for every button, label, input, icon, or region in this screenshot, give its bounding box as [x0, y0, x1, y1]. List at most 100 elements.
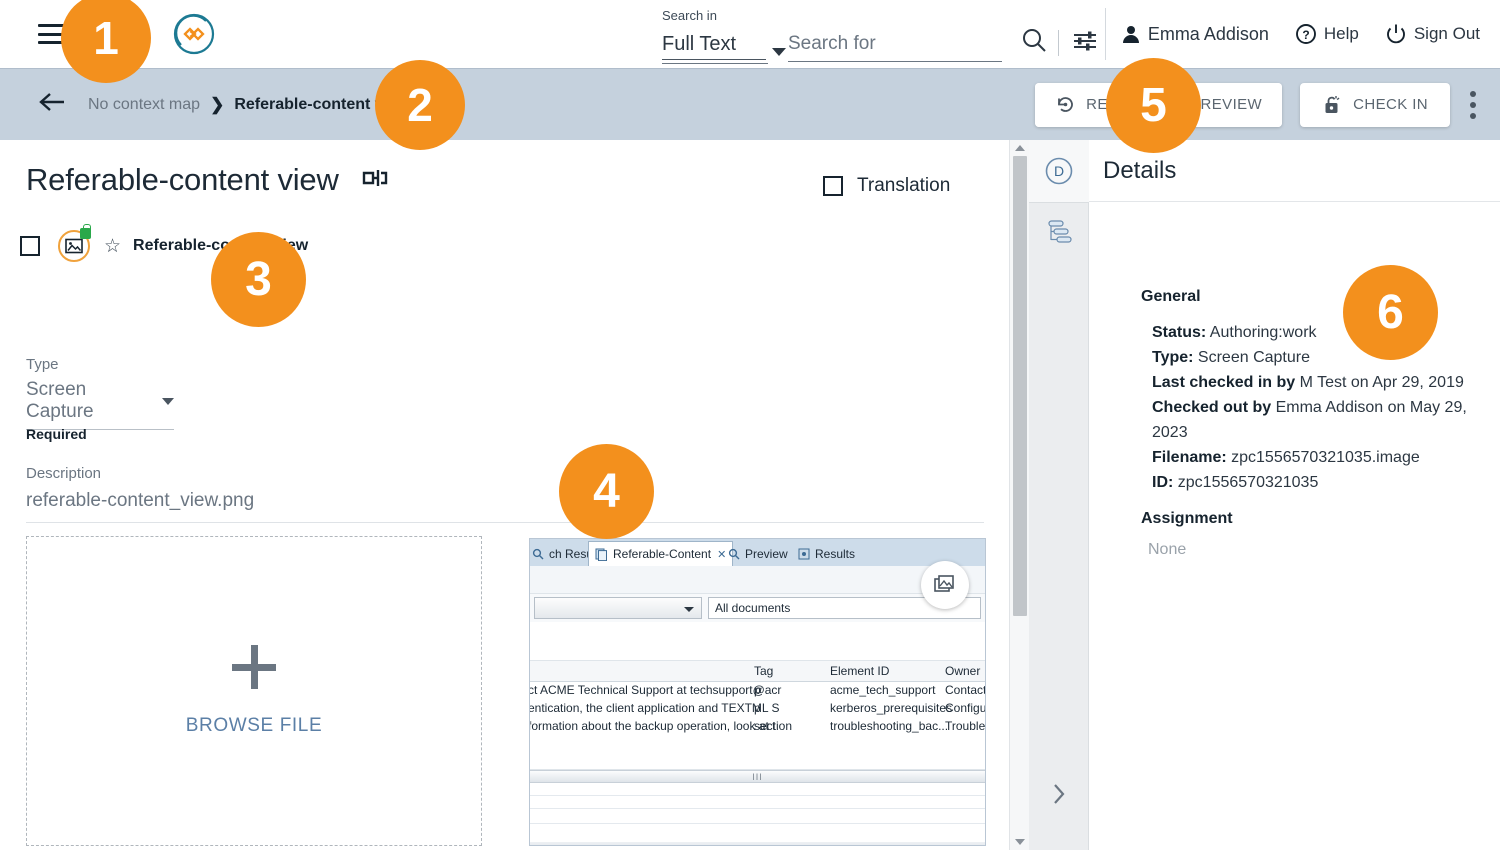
expand-panel-button[interactable] — [1029, 774, 1089, 814]
check-in-button[interactable]: CHECK IN — [1300, 82, 1450, 127]
translation-checkbox[interactable] — [823, 176, 843, 196]
scrollbar-thumb[interactable] — [1013, 156, 1027, 616]
description-value[interactable]: referable-content_view.png — [26, 490, 254, 512]
embedded-row-elementid: troubleshooting_bac... — [830, 719, 949, 733]
lowres-dropzone[interactable]: BROWSE FILE — [26, 536, 482, 846]
details-item-checkbox[interactable] — [20, 236, 40, 256]
embedded-lower-d — [530, 824, 985, 842]
detail-label: Last checked in by — [1152, 374, 1296, 391]
description-field: Description referable-content_view.png — [26, 465, 254, 512]
embedded-row-text: formation about the backup operation, lo… — [529, 719, 776, 733]
detail-value: M Test on Apr 29, 2019 — [1295, 374, 1464, 391]
embedded-table-row[interactable]: entication, the client application and T… — [530, 700, 985, 718]
embedded-tab-1[interactable]: Referable-Content ✕ — [588, 541, 734, 566]
callout-badge-2: 2 — [375, 60, 465, 150]
divider — [26, 522, 984, 523]
embedded-row-elementid: kerberos_prerequisites — [830, 701, 953, 715]
check-in-label: CHECK IN — [1353, 96, 1428, 113]
embedded-tab-1-label: Referable-Content — [613, 547, 712, 561]
embedded-table-row[interactable]: formation about the backup operation, lo… — [530, 718, 985, 736]
embedded-filter-combo[interactable] — [534, 597, 702, 619]
embedded-col-elementid: Element ID — [830, 664, 890, 678]
back-button[interactable] — [38, 91, 66, 118]
search-scope-select[interactable]: Full Text — [662, 30, 766, 60]
document-icon — [595, 548, 608, 561]
embedded-row-tag: section — [754, 719, 793, 733]
embedded-splitter[interactable]: III — [530, 770, 985, 783]
embedded-tab-2-label: Preview — [745, 547, 788, 561]
question-circle-icon: ? — [1295, 24, 1316, 44]
plus-icon — [232, 645, 276, 689]
sign-out-button[interactable]: Sign Out — [1385, 23, 1480, 45]
user-profile-button[interactable]: Emma Addison — [1121, 24, 1269, 45]
details-general-list: Status: Authoring:work Type: Screen Capt… — [1152, 320, 1482, 495]
detail-line-last-checked-in: Last checked in by M Test on Apr 29, 201… — [1152, 370, 1482, 395]
embedded-toolbar — [530, 566, 985, 594]
details-panel-title: Details — [1103, 156, 1177, 184]
details-item-row: ☆ Referable-content view — [0, 224, 411, 262]
divider — [1058, 30, 1059, 56]
search-icon[interactable] — [1020, 26, 1048, 59]
detail-label: Status: — [1152, 324, 1207, 341]
hires-thumbnail-preview[interactable]: ch Results Referable-Content ✕ Preview R… — [529, 538, 986, 846]
detail-line-type: Type: Screen Capture — [1152, 345, 1482, 370]
details-assignment-heading: Assignment — [1141, 510, 1233, 527]
embedded-tab-3-label: Results — [815, 547, 856, 561]
power-icon — [1386, 24, 1405, 44]
chevron-down-icon[interactable] — [772, 48, 786, 56]
more-vertical-icon[interactable] — [1470, 90, 1476, 119]
breadcrumb-separator: ❯ — [210, 94, 225, 114]
embedded-table-row[interactable]: ct ACME Technical Support at techsupport… — [530, 682, 985, 700]
translation-label: Translation — [857, 175, 951, 196]
type-value: Screen Capture — [26, 379, 94, 422]
embedded-tab-strip: ch Results Referable-Content ✕ Preview R… — [530, 539, 985, 566]
right-icon-rail: D — [1029, 140, 1089, 850]
required-label: Required — [26, 426, 87, 442]
star-outline-icon[interactable]: ☆ — [104, 235, 121, 258]
help-button[interactable]: ? Help — [1295, 23, 1359, 45]
target-icon — [798, 548, 810, 560]
type-label: Type — [26, 356, 59, 373]
sign-out-label: Sign Out — [1413, 24, 1480, 43]
embedded-row-tag: p — [754, 701, 761, 715]
details-panel: Details — [1089, 140, 1500, 850]
detail-line-checked-out-by: Checked out by Emma Addison on May 29, 2… — [1152, 395, 1482, 445]
svg-text:?: ? — [1302, 28, 1309, 42]
rail-item-hierarchy[interactable] — [1029, 203, 1089, 265]
embedded-table-header: Tag Element ID Owner — [530, 660, 985, 682]
translation-checkbox-row: Translation — [823, 175, 950, 197]
embedded-filter-row: All documents — [530, 594, 985, 622]
app-root: Search in Full Text Search for Emma Addi… — [0, 0, 1500, 850]
embedded-lower-a — [530, 783, 985, 795]
chevron-down-icon — [684, 607, 694, 612]
lock-green-icon — [80, 224, 91, 239]
scroll-down-arrow-icon[interactable] — [1015, 839, 1025, 845]
rail-item-details[interactable]: D — [1029, 140, 1089, 202]
search-input[interactable] — [788, 30, 1002, 62]
type-select[interactable]: Screen Capture — [26, 379, 174, 430]
embedded-lower-c — [530, 809, 985, 823]
breadcrumb-actions: REVERT PREVIEW CHECK IN — [1035, 82, 1484, 127]
detail-value: zpc1556570321035 — [1173, 474, 1319, 491]
select-underline — [662, 63, 768, 64]
callout-badge-3: 3 — [211, 232, 306, 327]
scroll-up-arrow-icon[interactable] — [1015, 145, 1025, 151]
svg-text:D: D — [1054, 163, 1064, 179]
embedded-tab-2[interactable]: Preview — [722, 542, 794, 566]
chevron-right-icon — [1054, 784, 1065, 804]
detail-value: zpc1556570321035.image — [1226, 449, 1420, 466]
embedded-tab-3[interactable]: Results — [792, 542, 861, 566]
detail-label: Filename: — [1152, 449, 1227, 466]
main-vertical-scrollbar[interactable] — [1009, 140, 1029, 850]
image-icon[interactable] — [58, 224, 91, 262]
image-stack-icon[interactable] — [921, 561, 969, 609]
help-label: Help — [1323, 24, 1359, 43]
magnifier-icon — [728, 548, 740, 560]
callout-badge-6: 6 — [1343, 265, 1438, 360]
breadcrumb-root[interactable]: No context map — [88, 96, 200, 114]
detail-label: Type: — [1152, 349, 1194, 366]
embedded-gap — [530, 736, 985, 770]
brand-logo-icon[interactable] — [172, 12, 216, 56]
embedded-row-text: ct ACME Technical Support at techsupport… — [529, 683, 782, 697]
branch-link-icon[interactable] — [361, 166, 391, 195]
